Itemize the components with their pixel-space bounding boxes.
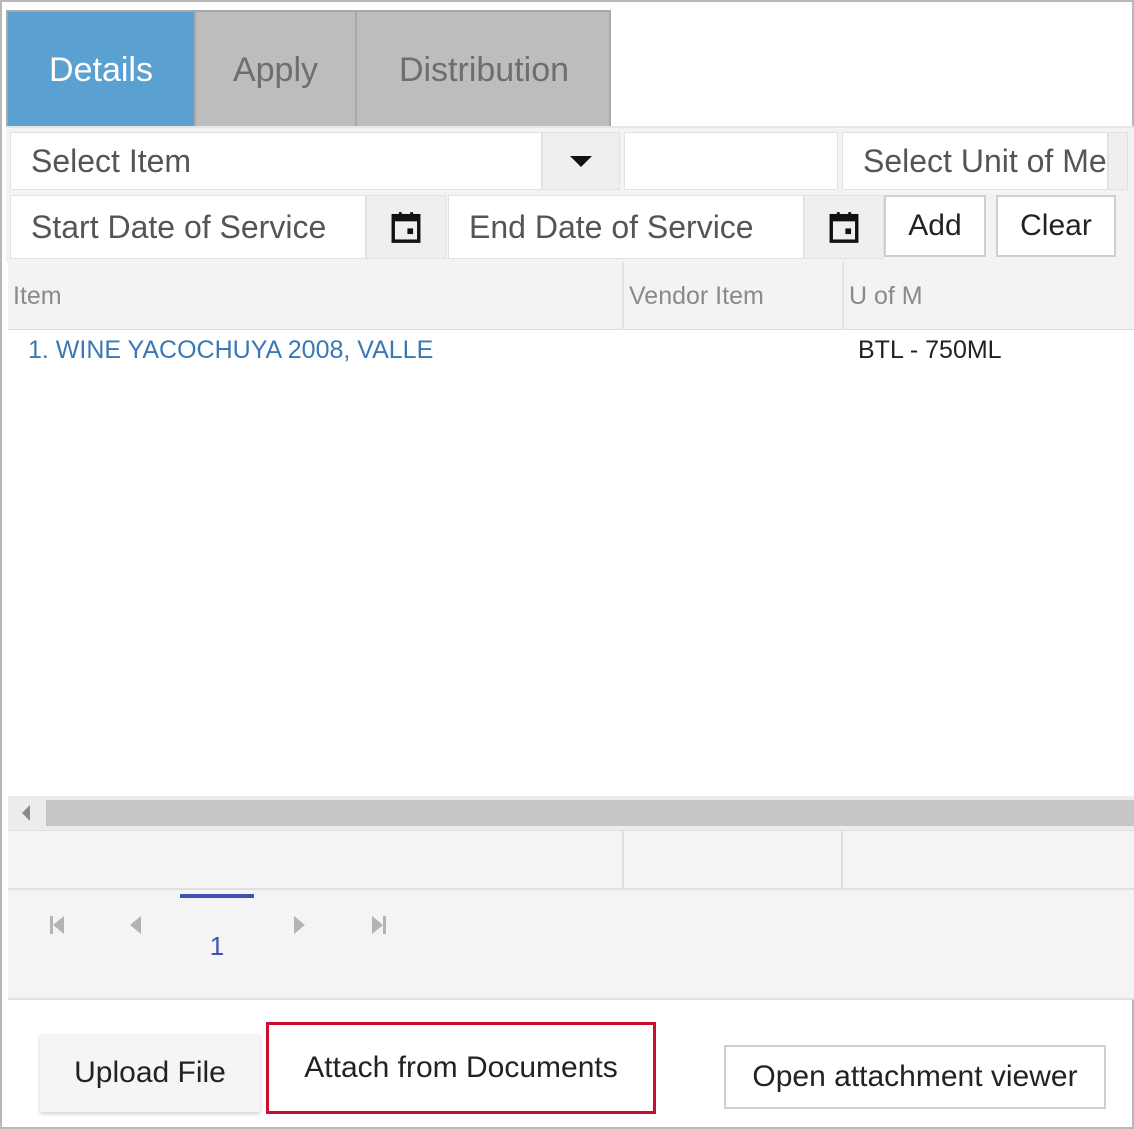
tab-bar: Details Apply Distribution [6,10,611,128]
scroll-left-icon[interactable] [22,805,30,821]
page-number-current[interactable]: 1 [180,894,254,964]
last-page-button[interactable] [364,912,394,938]
select-unit-dropdown[interactable]: Select Unit of Measure [842,132,1108,190]
select-unit-toggle[interactable] [1108,132,1128,190]
footer-divider [622,830,624,890]
column-header-uom[interactable]: U of M [842,262,1134,330]
last-page-icon [372,916,386,934]
add-button[interactable]: Add [884,195,986,257]
quantity-input[interactable] [624,132,838,190]
attach-from-documents-button[interactable]: Attach from Documents [266,1022,656,1114]
calendar-icon [829,212,859,243]
column-header-item[interactable]: Item [8,262,622,330]
next-page-button[interactable] [284,912,314,938]
column-header-vendor-item[interactable]: Vendor Item [622,262,842,330]
prev-page-icon [129,916,141,934]
horizontal-scrollbar[interactable] [8,796,1134,830]
open-attachment-viewer-button[interactable]: Open attachment viewer [724,1045,1106,1109]
first-page-icon [50,916,64,934]
first-page-button[interactable] [42,912,72,938]
upload-file-button[interactable]: Upload File [40,1034,260,1112]
footer-divider [841,830,843,890]
calendar-icon [391,212,421,243]
select-item-toggle[interactable] [542,132,620,190]
start-date-picker-button[interactable] [366,195,446,259]
caret-down-icon [570,155,592,167]
scrollbar-thumb[interactable] [46,800,1134,826]
tab-apply[interactable]: Apply [194,12,357,128]
clear-button[interactable]: Clear [996,195,1116,257]
table-row-item-link[interactable]: 1. WINE YACOCHUYA 2008, VALLE [28,336,433,365]
next-page-icon [293,916,305,934]
grid-footer [8,830,1134,890]
prev-page-button[interactable] [120,912,150,938]
tab-details[interactable]: Details [8,12,194,128]
pager [8,890,1134,1000]
end-date-input[interactable]: End Date of Service [448,195,804,259]
tab-distribution[interactable]: Distribution [357,12,611,128]
grid-body [8,330,1134,796]
select-item-dropdown[interactable]: Select Item [10,132,542,190]
table-row-uom: BTL - 750ML [858,336,1002,364]
end-date-picker-button[interactable] [804,195,884,259]
start-date-input[interactable]: Start Date of Service [10,195,366,259]
